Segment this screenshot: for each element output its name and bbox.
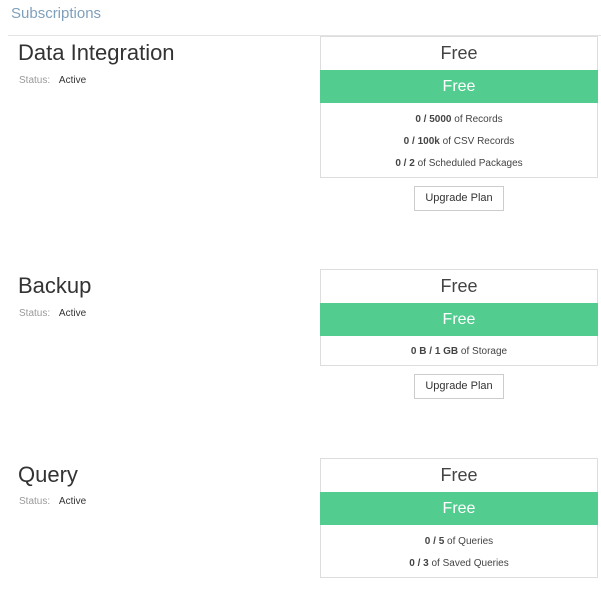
quota-separator: /	[414, 558, 424, 569]
quota-used: 0 B	[410, 346, 427, 357]
status-value: Active	[58, 75, 87, 86]
quota-scheduled-packages: 0 / 2 of Scheduled Packages	[321, 153, 597, 175]
quota-separator: /	[426, 346, 435, 357]
plan-title: Free	[440, 465, 478, 485]
quota-suffix: of Storage	[458, 346, 508, 357]
status-label: Status:	[19, 308, 51, 319]
quota-storage: 0 B / 1 GB of Storage	[321, 341, 597, 363]
quota-records: 0 / 5000 of Records	[321, 109, 597, 131]
quota-separator: /	[420, 114, 430, 125]
status-label: Status:	[19, 75, 51, 86]
plan-banner: Free	[320, 492, 598, 525]
plan-card: Free Free 0 / 5000 of Records 0 / 100k o…	[320, 36, 598, 178]
quota-separator: /	[430, 536, 439, 547]
subscription-name: Backup	[18, 273, 92, 298]
page-title: Subscriptions	[11, 5, 102, 22]
quota-suffix: of Scheduled Packages	[414, 158, 523, 169]
status-value: Active	[58, 496, 87, 507]
plan-title: Free	[440, 43, 478, 63]
quota-queries: 0 / 5 of Queries	[321, 531, 597, 553]
plan-quotas: 0 B / 1 GB of Storage	[321, 336, 597, 367]
quota-limit: 1 GB	[434, 346, 459, 357]
quota-saved-queries: 0 / 3 of Saved Queries	[321, 553, 597, 575]
quota-suffix: of Queries	[444, 536, 494, 547]
quota-suffix: of Saved Queries	[428, 558, 509, 569]
status-value: Active	[58, 308, 87, 319]
quota-suffix: of Records	[451, 114, 503, 125]
upgrade-plan-button[interactable]: Upgrade Plan	[414, 186, 504, 211]
quota-limit: 5000	[429, 114, 452, 125]
plan-card: Free Free 0 / 5 of Queries 0 / 3 of Save…	[320, 458, 598, 578]
quota-separator: /	[400, 158, 410, 169]
plan-banner: Free	[320, 303, 598, 336]
subscription-status: Status: Active	[19, 308, 86, 319]
subscription-status: Status: Active	[19, 496, 86, 507]
subscriptions-page: Subscriptions Data Integration Status: A…	[0, 0, 601, 591]
subscription-name: Data Integration	[18, 40, 175, 65]
quota-csv-records: 0 / 100k of CSV Records	[321, 131, 597, 153]
quota-separator: /	[409, 136, 418, 147]
plan-quotas: 0 / 5000 of Records 0 / 100k of CSV Reco…	[321, 103, 597, 179]
quota-suffix: of CSV Records	[439, 136, 515, 147]
subscription-name: Query	[18, 462, 78, 487]
quota-limit: 100k	[417, 136, 440, 147]
plan-title: Free	[440, 276, 478, 296]
plan-quotas: 0 / 5 of Queries 0 / 3 of Saved Queries	[321, 525, 597, 579]
upgrade-plan-button[interactable]: Upgrade Plan	[414, 374, 504, 399]
plan-card: Free Free 0 B / 1 GB of Storage	[320, 269, 598, 366]
plan-banner: Free	[320, 70, 598, 103]
subscription-status: Status: Active	[19, 75, 86, 86]
status-label: Status:	[19, 496, 51, 507]
